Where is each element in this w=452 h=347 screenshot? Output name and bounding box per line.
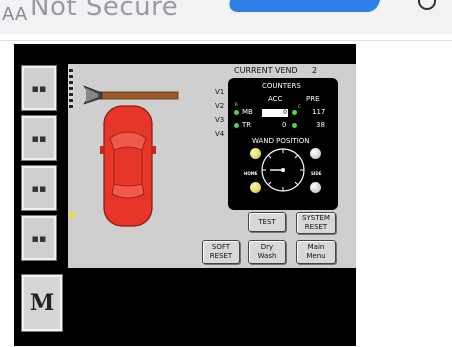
mb-label: MB xyxy=(242,108,253,116)
divider xyxy=(0,40,452,41)
main-menu-button[interactable]: Main Menu xyxy=(296,240,336,264)
soft-reset-button[interactable]: SOFT RESET xyxy=(202,240,240,264)
system-reset-line2: RESET xyxy=(304,223,328,231)
mb-indicator-icon xyxy=(234,110,239,115)
tr-indicator-icon xyxy=(234,123,239,128)
wand-position-dial-icon xyxy=(261,148,305,192)
page-load-progress xyxy=(225,0,381,12)
car-graphic xyxy=(100,105,156,227)
soft-reset-line2: RESET xyxy=(209,252,233,260)
counters-panel: COUNTERS ACC PRE R C MB 0 117 TR 0 38 WA… xyxy=(228,78,338,210)
main-menu-line2: Menu xyxy=(306,252,326,260)
side-button-1[interactable]: ▪▪ xyxy=(21,65,57,111)
valve-label-v3: V3 xyxy=(215,116,225,124)
tr-acc-value: 0 xyxy=(282,121,287,129)
side-label: SIDE xyxy=(311,171,322,176)
system-reset-button[interactable]: SYSTEM RESET xyxy=(296,212,336,234)
knob-bottom-right-icon xyxy=(310,182,321,193)
pre-column-label: PRE xyxy=(306,95,320,103)
side-button-2[interactable]: ▪▪ xyxy=(21,115,57,161)
hmi-screen: CURRENT VEND 2 V1 V2 V3 V4 COUNTERS ACC … xyxy=(68,64,356,268)
valve-label-v1: V1 xyxy=(215,88,225,96)
system-reset-line1: SYSTEM xyxy=(302,214,330,222)
valve-label-v2: V2 xyxy=(215,102,225,110)
reader-mode-button[interactable]: AA xyxy=(2,4,27,25)
knob-top-right-icon xyxy=(310,148,321,159)
dry-wash-line2: Wash xyxy=(257,252,277,260)
side-button-3[interactable]: ▪▪ xyxy=(21,165,57,211)
counters-title: COUNTERS xyxy=(262,82,301,90)
sensor-indicator xyxy=(69,212,75,218)
soft-reset-line1: SOFT xyxy=(211,243,231,251)
current-vend-value: 2 xyxy=(312,66,318,75)
tr-label: TR xyxy=(242,121,252,129)
mb-acc-input[interactable]: 0 xyxy=(262,109,288,117)
hmi-panel: ▪▪ ▪▪ ▪▪ ▪▪ M CURRENT VEND 2 V1 V2 V3 V4… xyxy=(14,44,356,346)
acc-column-label: ACC xyxy=(268,95,283,103)
dry-wash-line1: Dry xyxy=(260,243,274,251)
marker-left: R xyxy=(235,102,238,107)
mb-pre-value: 117 xyxy=(312,108,326,116)
test-button-label: TEST xyxy=(258,217,276,226)
test-button[interactable]: TEST xyxy=(248,212,286,232)
home-label: HOME xyxy=(244,171,258,176)
side-button-4[interactable]: ▪▪ xyxy=(21,215,57,261)
current-vend-label: CURRENT VEND xyxy=(234,66,298,75)
not-secure-label: Not Secure xyxy=(30,0,179,22)
valve-label-v4: V4 xyxy=(215,130,225,138)
gantry-position-strip xyxy=(68,68,76,118)
main-menu-line1: Main xyxy=(307,243,325,251)
m-button[interactable]: M xyxy=(21,274,63,332)
tr-pre-value: 38 xyxy=(316,121,325,129)
reload-icon[interactable] xyxy=(418,0,436,10)
dry-wash-button[interactable]: Dry Wash xyxy=(248,240,286,264)
marker-right: C xyxy=(298,104,301,109)
wand-position-title: WAND POSITION xyxy=(252,137,310,145)
tr-pre-indicator-icon xyxy=(292,123,297,128)
mb-pre-indicator-icon xyxy=(292,110,297,115)
browser-address-bar[interactable]: AA Not Secure xyxy=(0,0,452,34)
